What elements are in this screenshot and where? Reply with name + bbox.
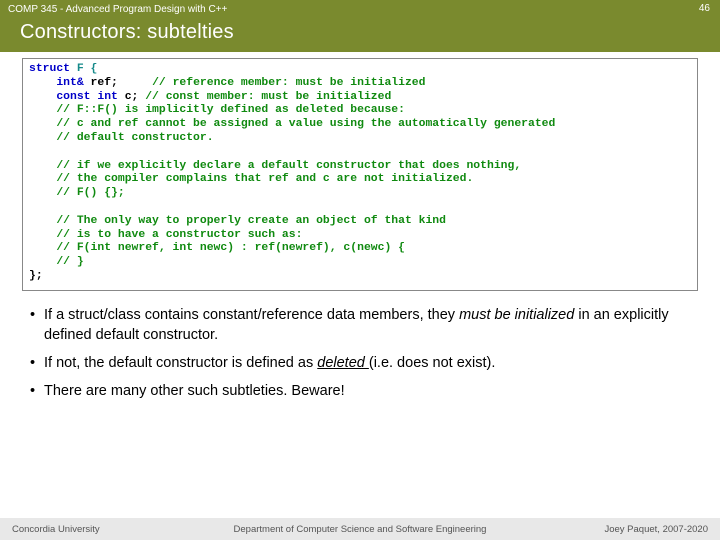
footer-right: Joey Paquet, 2007-2020: [604, 524, 708, 535]
comment: // the compiler complains that ref and c…: [29, 173, 473, 185]
list-item: If not, the default constructor is defin…: [30, 353, 690, 373]
text: If not, the default constructor is defin…: [44, 355, 317, 371]
comment: // F() {};: [29, 187, 125, 199]
text: (i.e. does not exist).: [369, 355, 496, 371]
comment: // if we explicitly declare a default co…: [29, 160, 521, 172]
bullet-list: If a struct/class contains constant/refe…: [30, 305, 690, 401]
comment: // default constructor.: [29, 132, 214, 144]
keyword: int&: [29, 77, 91, 89]
slide-title: Constructors: subtelties: [0, 15, 720, 44]
ident: ref;: [91, 77, 153, 89]
comment: // const member: must be initialized: [145, 91, 391, 103]
keyword: struct: [29, 63, 70, 75]
page-number: 46: [699, 3, 710, 14]
text-emph: deleted: [317, 355, 369, 371]
slide-footer: Concordia University Department of Compu…: [0, 518, 720, 540]
typename: F {: [70, 63, 97, 75]
text: There are many other such subtleties. Be…: [44, 383, 345, 399]
comment: // is to have a constructor such as:: [29, 229, 302, 241]
code-end: };: [29, 270, 43, 282]
comment: // reference member: must be initialized: [152, 77, 425, 89]
course-label: COMP 345 - Advanced Program Design with …: [0, 0, 720, 15]
footer-left: Concordia University: [12, 524, 100, 535]
ident: c;: [125, 91, 146, 103]
comment: // F::F() is implicitly defined as delet…: [29, 104, 405, 116]
comment: // }: [29, 256, 84, 268]
keyword: const int: [29, 91, 125, 103]
code-block: struct F { int& ref; // reference member…: [22, 58, 698, 291]
comment: // F(int newref, int newc) : ref(newref)…: [29, 242, 405, 254]
text: If a struct/class contains constant/refe…: [44, 307, 459, 323]
comment: // c and ref cannot be assigned a value …: [29, 118, 555, 130]
slide-header: COMP 345 - Advanced Program Design with …: [0, 0, 720, 52]
list-item: There are many other such subtleties. Be…: [30, 381, 690, 401]
list-item: If a struct/class contains constant/refe…: [30, 305, 690, 345]
text-emph: must be initialized: [459, 307, 574, 323]
comment: // The only way to properly create an ob…: [29, 215, 446, 227]
